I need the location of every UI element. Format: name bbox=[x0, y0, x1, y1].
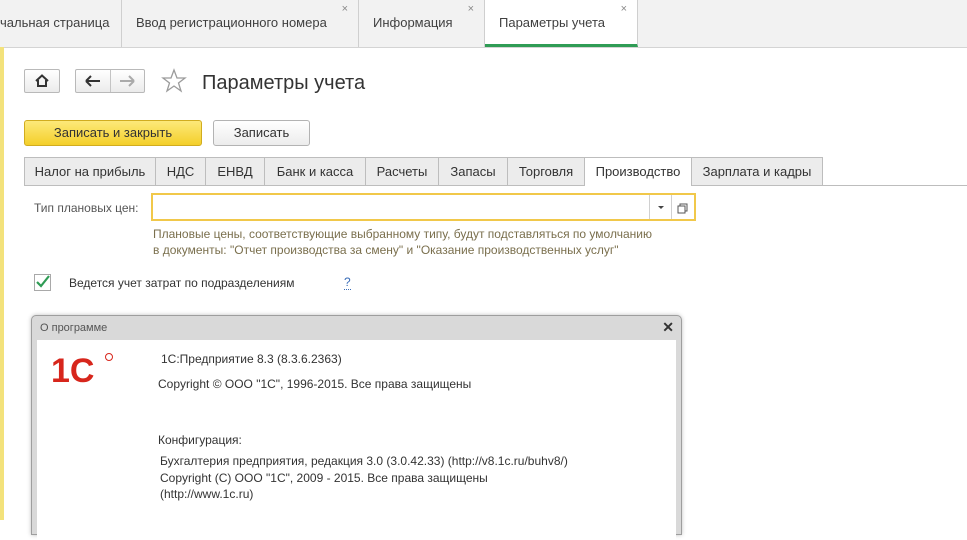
hint-line: Плановые цены, соответствующие выбранном… bbox=[153, 227, 652, 241]
left-accent-bar bbox=[0, 47, 4, 520]
open-button[interactable] bbox=[671, 195, 694, 219]
tab-envd[interactable]: ЕНВД bbox=[205, 157, 265, 185]
save-button[interactable]: Записать bbox=[213, 120, 310, 146]
chevron-down-icon bbox=[658, 206, 664, 209]
cost-by-division-label: Ведется учет затрат по подразделениям bbox=[69, 276, 295, 290]
history-nav bbox=[75, 69, 145, 93]
checkmark-icon bbox=[36, 275, 50, 288]
open-window-icon bbox=[677, 203, 688, 214]
planned-price-input[interactable] bbox=[151, 193, 696, 221]
close-icon[interactable]: × bbox=[468, 3, 474, 15]
about-dialog: О программе ✕ 1С 1С:Предприятие 8.3 (8.3… bbox=[31, 315, 682, 540]
favorite-button[interactable] bbox=[161, 68, 187, 94]
tab-vat[interactable]: НДС bbox=[155, 157, 206, 185]
1c-logo-icon: 1С bbox=[51, 352, 113, 386]
help-link[interactable]: ? bbox=[344, 275, 351, 290]
tab-inventory[interactable]: Запасы bbox=[438, 157, 508, 185]
close-icon[interactable]: × bbox=[342, 3, 348, 15]
hint-line: в документы: "Отчет производства за смен… bbox=[153, 243, 619, 257]
dialog-body: 1С 1С:Предприятие 8.3 (8.3.6.2363) Copyr… bbox=[37, 340, 676, 540]
forward-button[interactable] bbox=[111, 70, 144, 92]
tab-trade[interactable]: Торговля bbox=[507, 157, 585, 185]
back-button[interactable] bbox=[76, 70, 111, 92]
config-copyright: Copyright (С) ООО "1С", 2009 - 2015. Все… bbox=[160, 471, 488, 485]
window-tab-settings[interactable]: Параметры учета × bbox=[485, 0, 638, 47]
product-version: 1С:Предприятие 8.3 (8.3.6.2363) bbox=[161, 352, 342, 366]
tab-settlements[interactable]: Расчеты bbox=[365, 157, 439, 185]
window-tab-info[interactable]: Информация × bbox=[359, 0, 485, 47]
arrow-left-icon bbox=[85, 75, 100, 87]
arrow-right-icon bbox=[120, 75, 135, 87]
window-tab-label: Параметры учета bbox=[499, 15, 606, 30]
window-tab-label: чальная страница bbox=[0, 15, 110, 30]
tab-production[interactable]: Производство bbox=[584, 157, 692, 186]
star-icon bbox=[161, 68, 187, 93]
window-tabs: чальная страница Ввод регистрационного н… bbox=[0, 0, 967, 48]
dropdown-button[interactable] bbox=[649, 195, 672, 219]
home-button[interactable] bbox=[24, 69, 60, 93]
config-name: Бухгалтерия предприятия, редакция 3.0 (3… bbox=[160, 454, 568, 468]
home-icon bbox=[35, 74, 49, 87]
tab-payroll[interactable]: Зарплата и кадры bbox=[691, 157, 823, 185]
form-tabs: Налог на прибыль НДС ЕНВД Банк и касса Р… bbox=[24, 157, 967, 186]
window-tab-home[interactable]: чальная страница bbox=[0, 0, 122, 47]
logo-text: 1С bbox=[51, 352, 94, 386]
config-label: Конфигурация: bbox=[158, 433, 242, 447]
window-tab-label: Информация bbox=[373, 15, 453, 30]
planned-price-label: Тип плановых цен: bbox=[34, 201, 139, 215]
tab-bank-cash[interactable]: Банк и касса bbox=[264, 157, 366, 185]
cost-by-division-checkbox[interactable] bbox=[34, 274, 51, 291]
close-icon[interactable]: ✕ bbox=[662, 319, 674, 336]
window-tab-label: Ввод регистрационного номера bbox=[136, 15, 327, 30]
dialog-title: О программе bbox=[40, 322, 108, 334]
planned-price-hint: Плановые цены, соответствующие выбранном… bbox=[153, 226, 652, 258]
tab-profit-tax[interactable]: Налог на прибыль bbox=[24, 157, 156, 185]
close-icon[interactable]: × bbox=[621, 3, 627, 15]
save-and-close-button[interactable]: Записать и закрыть bbox=[24, 120, 202, 146]
window-tab-registration[interactable]: Ввод регистрационного номера × bbox=[122, 0, 359, 47]
product-copyright: Copyright © ООО "1С", 1996-2015. Все пра… bbox=[158, 377, 472, 391]
config-url: (http://www.1c.ru) bbox=[160, 487, 254, 501]
page-title: Параметры учета bbox=[202, 72, 366, 94]
